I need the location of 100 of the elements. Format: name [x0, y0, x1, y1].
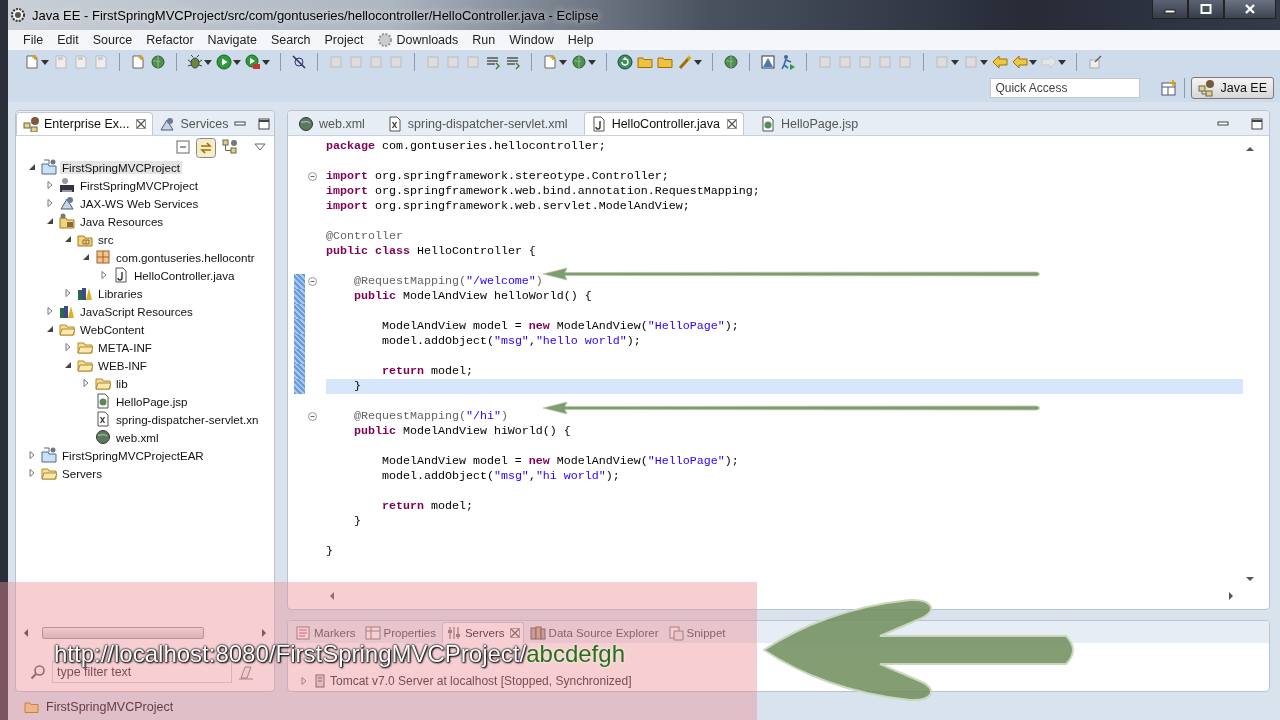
globe-icon[interactable] — [150, 54, 166, 70]
expanded-arrow-icon[interactable] — [46, 217, 54, 225]
quick-access-field[interactable]: Quick Access — [990, 78, 1141, 98]
scroll-up-icon[interactable] — [1245, 145, 1255, 153]
collapsed-arrow-icon[interactable] — [300, 677, 308, 685]
collapsed-arrow-icon[interactable] — [82, 379, 90, 387]
collapsed-arrow-icon[interactable] — [64, 289, 72, 297]
list-icon[interactable] — [505, 54, 521, 70]
tab[interactable]: HelloController.java — [583, 112, 744, 135]
link-icon[interactable] — [196, 137, 216, 158]
tab[interactable]: spring-dispatcher-servlet.xml — [380, 113, 574, 135]
tree-item[interactable]: com.gontuseries.hellocontr — [16, 248, 274, 266]
tree-item[interactable]: spring-dispatcher-servlet.xn — [16, 410, 274, 428]
tree-item[interactable]: lib — [16, 374, 274, 392]
tab[interactable]: Enterprise Ex... — [16, 112, 154, 135]
maximize-button[interactable] — [1188, 0, 1224, 19]
fold-icon[interactable] — [308, 412, 317, 421]
scroll-right-icon[interactable] — [260, 628, 268, 638]
collapsed-arrow-icon[interactable] — [100, 271, 108, 279]
tab[interactable]: Services — [153, 113, 235, 135]
list-icon[interactable] — [485, 54, 501, 70]
globe-icon — [95, 429, 111, 445]
horizontal-scrollbar[interactable] — [22, 625, 268, 641]
close-icon[interactable] — [136, 119, 147, 129]
tree-item[interactable]: src — [16, 230, 274, 248]
tree-item[interactable]: JavaScript Resources — [16, 302, 274, 320]
maximize-icon[interactable] — [1251, 118, 1263, 130]
code-line: public ModelAndView helloWorld() { — [352, 289, 592, 303]
scrollbar-thumb[interactable] — [42, 627, 204, 639]
tree-item[interactable]: FirstSpringMVCProject — [16, 176, 274, 194]
globe-icon[interactable] — [571, 54, 587, 70]
menu-item[interactable]: File — [16, 33, 51, 47]
code-line: model.addObject("msg","hello world"); — [380, 334, 641, 348]
fold-icon[interactable] — [308, 172, 317, 181]
expanded-arrow-icon[interactable] — [46, 325, 54, 333]
books-icon — [59, 303, 75, 319]
collapsed-arrow-icon[interactable] — [46, 181, 54, 189]
menu-item[interactable]: Run — [465, 33, 503, 47]
tab[interactable]: HelloPage.jsp — [754, 113, 865, 135]
expanded-arrow-icon[interactable] — [28, 163, 36, 171]
collapsed-arrow-icon[interactable] — [46, 199, 54, 207]
play-icon[interactable] — [216, 54, 232, 70]
tree-item[interactable]: Java Resources — [16, 212, 274, 230]
tab[interactable]: web.xml — [292, 113, 371, 135]
collapse-all-icon[interactable] — [176, 140, 190, 154]
scroll-down-icon[interactable] — [1245, 575, 1255, 583]
maximize-icon[interactable] — [258, 118, 271, 130]
expanded-arrow-icon[interactable] — [64, 235, 72, 243]
folder-icon[interactable] — [657, 54, 673, 70]
menu-item[interactable]: Refactor — [139, 33, 201, 47]
tree-item[interactable]: HelloPage.jsp — [16, 392, 274, 410]
collapsed-arrow-icon[interactable] — [28, 451, 36, 459]
menu-item[interactable]: Edit — [50, 33, 86, 47]
tree-item[interactable]: FirstSpringMVCProjectEAR — [16, 446, 274, 464]
figure-icon[interactable] — [780, 54, 796, 70]
tree-item[interactable]: WEB-INF — [16, 356, 274, 374]
document-icon[interactable] — [130, 54, 146, 70]
open-perspective-icon[interactable] — [1160, 79, 1179, 97]
tree-item[interactable]: META-INF — [16, 338, 274, 356]
code-line: @RequestMapping("/hi") — [352, 409, 508, 423]
tree-nodes-icon[interactable] — [222, 139, 238, 155]
server-entry[interactable]: Tomcat v7.0 Server at localhost [Stopped, Synchronized] — [330, 674, 632, 688]
collapsed-arrow-icon[interactable] — [64, 343, 72, 351]
fold-icon[interactable] — [308, 277, 317, 286]
menu-item[interactable]: Downloads — [370, 32, 466, 48]
minimize-button[interactable] — [1152, 0, 1188, 19]
bug-icon[interactable] — [187, 54, 203, 70]
tree-item[interactable]: JAX-WS Web Services — [16, 194, 274, 212]
globe-icon[interactable] — [723, 54, 739, 70]
menu-item[interactable]: Window — [502, 33, 561, 47]
tree-item[interactable]: HelloController.java — [16, 266, 274, 284]
play-icon[interactable] — [245, 54, 261, 70]
scroll-right-icon[interactable] — [1227, 591, 1235, 601]
menu-item[interactable]: Navigate — [200, 33, 264, 47]
tree-item[interactable]: FirstSpringMVCProject — [16, 158, 274, 176]
scroll-left-icon[interactable] — [328, 591, 336, 601]
pin-icon[interactable] — [1087, 54, 1103, 70]
close-button[interactable] — [1224, 0, 1276, 19]
slash-icon[interactable] — [291, 54, 307, 70]
tree-item[interactable]: Servers — [16, 464, 274, 482]
collapsed-arrow-icon[interactable] — [28, 469, 36, 477]
folder-icon — [59, 321, 75, 337]
menu-item[interactable]: Project — [317, 33, 371, 47]
menu-item[interactable]: Source — [85, 33, 140, 47]
perspective-button[interactable]: Java EE — [1191, 77, 1274, 99]
expanded-arrow-icon[interactable] — [82, 253, 90, 261]
view-menu-icon[interactable] — [254, 143, 266, 151]
tree-item[interactable]: web.xml — [16, 428, 274, 446]
scroll-left-icon[interactable] — [22, 628, 30, 638]
collapsed-arrow-icon[interactable] — [46, 307, 54, 315]
menu-item[interactable]: Search — [263, 33, 318, 47]
close-icon[interactable] — [727, 119, 737, 129]
tab[interactable]: Servers — [441, 622, 524, 643]
refresh-icon[interactable] — [617, 54, 633, 70]
tree-item[interactable]: Libraries — [16, 284, 274, 302]
expanded-arrow-icon[interactable] — [64, 361, 72, 369]
image-icon[interactable] — [760, 54, 776, 70]
tree-item[interactable]: WebContent — [16, 320, 274, 338]
project-icon — [41, 159, 57, 175]
menu-item[interactable]: Help — [560, 33, 601, 47]
